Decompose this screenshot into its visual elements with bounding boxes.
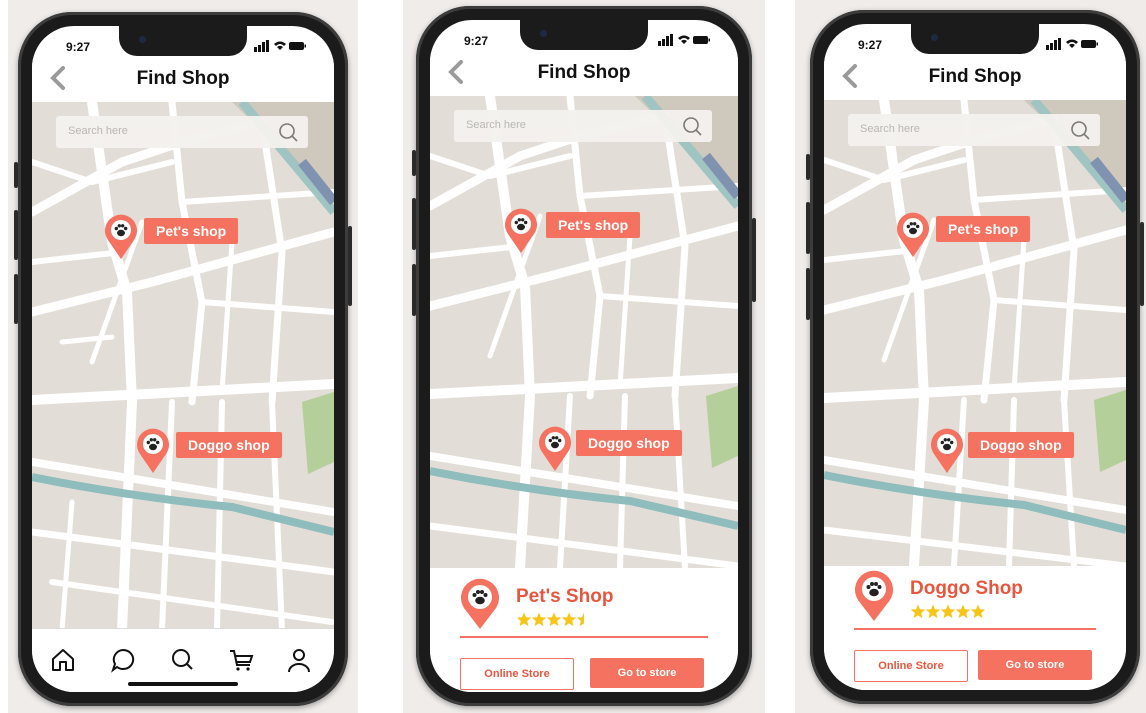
phone-screen: 9:27 Find Shop Search here Pet's shop Do…: [430, 20, 738, 692]
pin-label[interactable]: Pet's shop: [144, 218, 239, 244]
map-pin-marker[interactable]: [538, 426, 572, 472]
page-title: Find Shop: [136, 68, 230, 89]
map-view[interactable]: Search here Pet's shop Doggo shop: [824, 100, 1126, 566]
cart-icon[interactable]: [228, 647, 254, 673]
star-icon: [910, 604, 926, 619]
status-icons: [1046, 38, 1098, 50]
shop-name: Doggo Shop: [910, 578, 1023, 599]
pin-label[interactable]: Pet's shop: [546, 212, 641, 238]
home-indicator: [128, 682, 238, 686]
map-streets: [430, 96, 738, 568]
volume-down-button: [14, 274, 18, 324]
header: Find Shop: [430, 52, 738, 96]
volume-down-button: [412, 264, 416, 316]
chat-icon[interactable]: [110, 647, 136, 673]
star-icon: [561, 612, 577, 627]
search-icon[interactable]: [1070, 120, 1092, 142]
pin-label[interactable]: Pet's shop: [936, 216, 1031, 242]
status-time: 9:27: [858, 38, 883, 52]
notch: [911, 24, 1039, 54]
mute-switch: [14, 162, 18, 188]
page-title: Find Shop: [537, 62, 631, 83]
star-icon: [576, 612, 592, 627]
go-to-store-button[interactable]: Go to store: [590, 658, 704, 688]
volume-up-button: [806, 202, 810, 254]
search-input[interactable]: Search here: [466, 119, 526, 131]
shop-detail-card: Doggo Shop Online Store Go to store: [824, 566, 1126, 690]
phone-frame: 9:27 Find Shop Search here Pet's shop Do…: [806, 10, 1144, 704]
status-icons: [254, 40, 306, 52]
star-icon: [940, 604, 956, 619]
go-to-store-button[interactable]: Go to store: [978, 650, 1092, 680]
map-view[interactable]: Search here Pet's shop Doggo shop: [430, 96, 738, 568]
shop-pin-icon: [855, 570, 893, 621]
home-icon[interactable]: [50, 647, 76, 673]
power-button: [752, 218, 756, 302]
star-icon: [925, 604, 941, 619]
search-icon[interactable]: [278, 122, 300, 144]
pin-label[interactable]: Doggo shop: [968, 432, 1074, 458]
star-icon: [955, 604, 971, 619]
profile-icon[interactable]: [286, 647, 312, 673]
bottom-nav: [32, 628, 334, 692]
star-icon: [546, 612, 562, 627]
mute-switch: [412, 150, 416, 176]
page-title: Find Shop: [928, 66, 1022, 87]
power-button: [1140, 222, 1144, 306]
search-input[interactable]: Search here: [860, 123, 920, 135]
mute-switch: [806, 154, 810, 180]
star-icon: [970, 604, 986, 619]
map-view[interactable]: Search here Pet's shop Doggo shop: [32, 102, 334, 630]
shop-detail-card: Pet's Shop Online Store Go to store: [430, 568, 738, 692]
divider: [460, 636, 708, 638]
camera-icon: [139, 36, 146, 43]
header: Find Shop: [824, 56, 1126, 100]
divider: [854, 628, 1096, 630]
search-input[interactable]: Search here: [68, 125, 128, 137]
shop-name: Pet's Shop: [516, 586, 614, 607]
phone-frame: 9:27 Find Shop Search here Pet's shop Do…: [14, 12, 352, 706]
map-pin-marker[interactable]: [930, 428, 964, 474]
map-streets: [824, 100, 1126, 566]
header: Find Shop: [32, 58, 334, 102]
pin-label[interactable]: Doggo shop: [576, 430, 682, 456]
phone-screen: 9:27 Find Shop Search here Pet's shop Do…: [824, 24, 1126, 690]
notch: [520, 20, 648, 50]
map-streets: [32, 102, 334, 630]
map-pin-marker[interactable]: [896, 212, 930, 258]
status-icons: [658, 34, 710, 46]
search-bar[interactable]: Search here: [454, 110, 712, 142]
notch: [119, 26, 247, 56]
camera-icon: [931, 34, 938, 41]
online-store-button[interactable]: Online Store: [854, 650, 968, 682]
volume-down-button: [806, 268, 810, 320]
phone-screen: 9:27 Find Shop Search here Pet's shop Do…: [32, 26, 334, 692]
camera-icon: [540, 30, 547, 37]
search-icon[interactable]: [682, 116, 704, 138]
map-pin-marker[interactable]: [504, 208, 538, 254]
search-icon[interactable]: [170, 647, 196, 673]
phone-frame: 9:27 Find Shop Search here Pet's shop Do…: [412, 6, 756, 706]
rating-stars: [910, 604, 986, 619]
volume-up-button: [14, 210, 18, 260]
status-time: 9:27: [66, 40, 91, 54]
power-button: [348, 226, 352, 306]
status-time: 9:27: [464, 34, 489, 48]
map-pin-marker[interactable]: [104, 214, 138, 260]
star-icon: [516, 612, 532, 627]
volume-up-button: [412, 198, 416, 250]
online-store-button[interactable]: Online Store: [460, 658, 574, 690]
star-icon: [531, 612, 547, 627]
map-pin-marker[interactable]: [136, 428, 170, 474]
search-bar[interactable]: Search here: [56, 116, 308, 148]
shop-pin-icon: [461, 578, 499, 629]
pin-label[interactable]: Doggo shop: [176, 432, 282, 458]
rating-stars: [516, 612, 592, 627]
search-bar[interactable]: Search here: [848, 114, 1100, 146]
